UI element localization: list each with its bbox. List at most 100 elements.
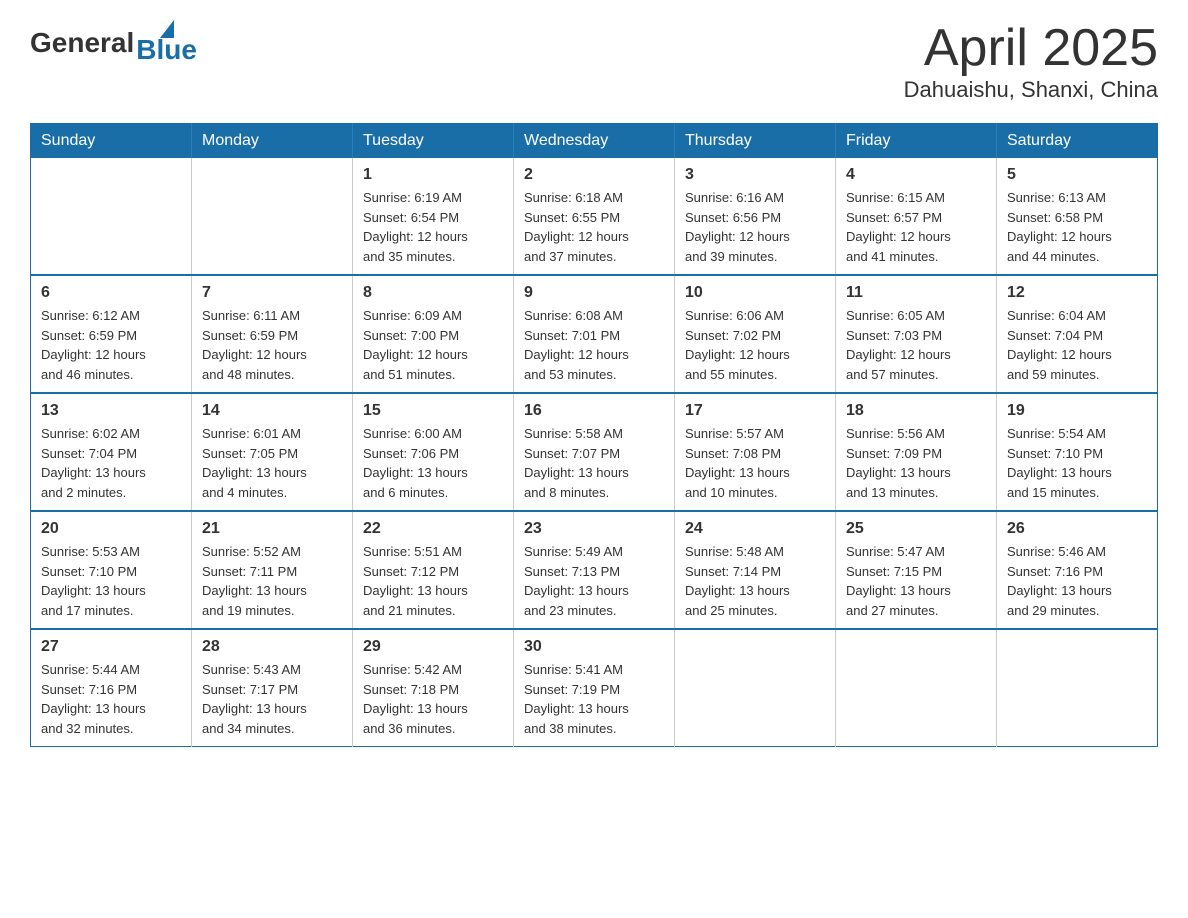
- day-info: Sunrise: 6:00 AMSunset: 7:06 PMDaylight:…: [363, 424, 503, 502]
- calendar-cell: 7 Sunrise: 6:11 AMSunset: 6:59 PMDaylight…: [192, 275, 353, 393]
- day-info: Sunrise: 6:04 AMSunset: 7:04 PMDaylight:…: [1007, 306, 1147, 384]
- day-number: 30: [524, 638, 664, 656]
- day-info: Sunrise: 6:02 AMSunset: 7:04 PMDaylight:…: [41, 424, 181, 502]
- day-number: 28: [202, 638, 342, 656]
- day-info: Sunrise: 5:48 AMSunset: 7:14 PMDaylight:…: [685, 542, 825, 620]
- day-info: Sunrise: 5:42 AMSunset: 7:18 PMDaylight:…: [363, 660, 503, 738]
- day-number: 17: [685, 402, 825, 420]
- day-number: 6: [41, 284, 181, 302]
- day-number: 20: [41, 520, 181, 538]
- calendar-cell: 4 Sunrise: 6:15 AMSunset: 6:57 PMDaylight…: [836, 158, 997, 275]
- calendar-cell: 15Sunrise: 6:00 AMSunset: 7:06 PMDayligh…: [353, 393, 514, 511]
- day-info: Sunrise: 5:47 AMSunset: 7:15 PMDaylight:…: [846, 542, 986, 620]
- page-header: General Blue April 2025 Dahuaishu, Shanx…: [30, 20, 1158, 103]
- calendar-cell: 26Sunrise: 5:46 AMSunset: 7:16 PMDayligh…: [997, 511, 1158, 629]
- day-info: Sunrise: 6:15 AMSunset: 6:57 PMDaylight:…: [846, 188, 986, 266]
- day-info: Sunrise: 6:01 AMSunset: 7:05 PMDaylight:…: [202, 424, 342, 502]
- day-info: Sunrise: 5:54 AMSunset: 7:10 PMDaylight:…: [1007, 424, 1147, 502]
- calendar-table: SundayMondayTuesdayWednesdayThursdayFrid…: [30, 123, 1158, 747]
- day-info: Sunrise: 5:52 AMSunset: 7:11 PMDaylight:…: [202, 542, 342, 620]
- calendar-cell: 23 Sunrise: 5:49 AMSunset: 7:13 PMDayligh…: [514, 511, 675, 629]
- day-number: 9: [524, 284, 664, 302]
- calendar-cell: 24 Sunrise: 5:48 AMSunset: 7:14 PMDayligh…: [675, 511, 836, 629]
- calendar-cell: 21 Sunrise: 5:52 AMSunset: 7:11 PMDayligh…: [192, 511, 353, 629]
- day-number: 19: [1007, 402, 1147, 420]
- day-info: Sunrise: 6:05 AMSunset: 7:03 PMDaylight:…: [846, 306, 986, 384]
- day-info: Sunrise: 5:43 AMSunset: 7:17 PMDaylight:…: [202, 660, 342, 738]
- day-info: Sunrise: 6:12 AMSunset: 6:59 PMDaylight:…: [41, 306, 181, 384]
- calendar-cell: 11 Sunrise: 6:05 AMSunset: 7:03 PMDayligh…: [836, 275, 997, 393]
- calendar-cell: 29Sunrise: 5:42 AMSunset: 7:18 PMDayligh…: [353, 629, 514, 747]
- calendar-cell: 28 Sunrise: 5:43 AMSunset: 7:17 PMDayligh…: [192, 629, 353, 747]
- calendar-header-row: SundayMondayTuesdayWednesdayThursdayFrid…: [31, 124, 1158, 159]
- calendar-cell: 12 Sunrise: 6:04 AMSunset: 7:04 PMDayligh…: [997, 275, 1158, 393]
- day-info: Sunrise: 5:49 AMSunset: 7:13 PMDaylight:…: [524, 542, 664, 620]
- day-number: 4: [846, 166, 986, 184]
- calendar-cell: 9 Sunrise: 6:08 AMSunset: 7:01 PMDaylight…: [514, 275, 675, 393]
- calendar-cell: 1Sunrise: 6:19 AMSunset: 6:54 PMDaylight…: [353, 158, 514, 275]
- logo-general-text: General: [30, 27, 134, 59]
- day-info: Sunrise: 5:41 AMSunset: 7:19 PMDaylight:…: [524, 660, 664, 738]
- calendar-cell: [997, 629, 1158, 747]
- day-number: 13: [41, 402, 181, 420]
- day-info: Sunrise: 5:57 AMSunset: 7:08 PMDaylight:…: [685, 424, 825, 502]
- calendar-cell: 18Sunrise: 5:56 AMSunset: 7:09 PMDayligh…: [836, 393, 997, 511]
- calendar-cell: 22Sunrise: 5:51 AMSunset: 7:12 PMDayligh…: [353, 511, 514, 629]
- day-info: Sunrise: 5:58 AMSunset: 7:07 PMDaylight:…: [524, 424, 664, 502]
- calendar-cell: 3 Sunrise: 6:16 AMSunset: 6:56 PMDaylight…: [675, 158, 836, 275]
- day-info: Sunrise: 6:19 AMSunset: 6:54 PMDaylight:…: [363, 188, 503, 266]
- calendar-cell: 14 Sunrise: 6:01 AMSunset: 7:05 PMDayligh…: [192, 393, 353, 511]
- day-info: Sunrise: 6:06 AMSunset: 7:02 PMDaylight:…: [685, 306, 825, 384]
- title-section: April 2025 Dahuaishu, Shanxi, China: [904, 20, 1158, 103]
- calendar-week-row: 13 Sunrise: 6:02 AMSunset: 7:04 PMDayligh…: [31, 393, 1158, 511]
- calendar-week-row: 27 Sunrise: 5:44 AMSunset: 7:16 PMDayligh…: [31, 629, 1158, 747]
- day-number: 27: [41, 638, 181, 656]
- day-info: Sunrise: 6:11 AMSunset: 6:59 PMDaylight:…: [202, 306, 342, 384]
- calendar-cell: 25 Sunrise: 5:47 AMSunset: 7:15 PMDayligh…: [836, 511, 997, 629]
- day-number: 11: [846, 284, 986, 302]
- day-number: 3: [685, 166, 825, 184]
- day-info: Sunrise: 5:44 AMSunset: 7:16 PMDaylight:…: [41, 660, 181, 738]
- calendar-cell: 19 Sunrise: 5:54 AMSunset: 7:10 PMDayligh…: [997, 393, 1158, 511]
- logo-blue-text: Blue: [136, 34, 197, 66]
- calendar-cell: 17 Sunrise: 5:57 AMSunset: 7:08 PMDayligh…: [675, 393, 836, 511]
- day-number: 21: [202, 520, 342, 538]
- weekday-header-wednesday: Wednesday: [514, 124, 675, 159]
- day-info: Sunrise: 6:09 AMSunset: 7:00 PMDaylight:…: [363, 306, 503, 384]
- calendar-week-row: 20 Sunrise: 5:53 AMSunset: 7:10 PMDayligh…: [31, 511, 1158, 629]
- calendar-cell: [192, 158, 353, 275]
- day-number: 23: [524, 520, 664, 538]
- month-title: April 2025: [904, 20, 1158, 77]
- calendar-cell: 2 Sunrise: 6:18 AMSunset: 6:55 PMDaylight…: [514, 158, 675, 275]
- day-number: 25: [846, 520, 986, 538]
- calendar-cell: 16Sunrise: 5:58 AMSunset: 7:07 PMDayligh…: [514, 393, 675, 511]
- day-number: 14: [202, 402, 342, 420]
- calendar-cell: 20 Sunrise: 5:53 AMSunset: 7:10 PMDayligh…: [31, 511, 192, 629]
- day-info: Sunrise: 6:08 AMSunset: 7:01 PMDaylight:…: [524, 306, 664, 384]
- day-info: Sunrise: 5:56 AMSunset: 7:09 PMDaylight:…: [846, 424, 986, 502]
- day-number: 24: [685, 520, 825, 538]
- day-info: Sunrise: 5:53 AMSunset: 7:10 PMDaylight:…: [41, 542, 181, 620]
- weekday-header-monday: Monday: [192, 124, 353, 159]
- day-info: Sunrise: 6:18 AMSunset: 6:55 PMDaylight:…: [524, 188, 664, 266]
- day-number: 7: [202, 284, 342, 302]
- weekday-header-thursday: Thursday: [675, 124, 836, 159]
- calendar-cell: [836, 629, 997, 747]
- calendar-cell: [675, 629, 836, 747]
- calendar-cell: [31, 158, 192, 275]
- day-number: 26: [1007, 520, 1147, 538]
- day-number: 8: [363, 284, 503, 302]
- calendar-week-row: 6 Sunrise: 6:12 AMSunset: 6:59 PMDaylight…: [31, 275, 1158, 393]
- day-number: 2: [524, 166, 664, 184]
- weekday-header-sunday: Sunday: [31, 124, 192, 159]
- calendar-cell: 27 Sunrise: 5:44 AMSunset: 7:16 PMDayligh…: [31, 629, 192, 747]
- day-number: 12: [1007, 284, 1147, 302]
- day-info: Sunrise: 6:16 AMSunset: 6:56 PMDaylight:…: [685, 188, 825, 266]
- day-info: Sunrise: 6:13 AMSunset: 6:58 PMDaylight:…: [1007, 188, 1147, 266]
- calendar-cell: 13 Sunrise: 6:02 AMSunset: 7:04 PMDayligh…: [31, 393, 192, 511]
- day-info: Sunrise: 5:51 AMSunset: 7:12 PMDaylight:…: [363, 542, 503, 620]
- day-number: 10: [685, 284, 825, 302]
- location-subtitle: Dahuaishu, Shanxi, China: [904, 77, 1158, 103]
- logo: General Blue: [30, 20, 197, 66]
- weekday-header-friday: Friday: [836, 124, 997, 159]
